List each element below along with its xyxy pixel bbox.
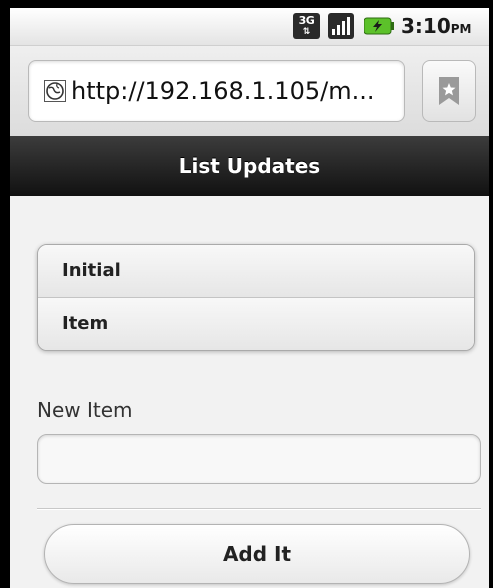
page-header: List Updates <box>10 136 489 196</box>
items-list: Initial Item <box>37 244 475 351</box>
new-item-input[interactable] <box>37 434 481 484</box>
add-it-button-label: Add It <box>222 542 292 566</box>
new-item-label: New Item <box>37 398 133 422</box>
signal-strength-icon <box>328 13 354 39</box>
battery-charging-icon <box>364 17 394 35</box>
bookmark-star-icon <box>439 77 459 105</box>
list-item[interactable]: Item <box>38 298 474 350</box>
url-field[interactable]: http://192.168.1.105/m... <box>28 60 405 122</box>
network-type-text: 3G <box>298 14 315 27</box>
device-screen: 3G ⇅ 3:10PM http://192.168.1.105/m... Li… <box>10 8 489 588</box>
list-item-label: Item <box>62 313 109 334</box>
list-item[interactable]: Initial <box>38 245 474 298</box>
divider <box>37 508 481 510</box>
bookmark-button[interactable] <box>422 60 476 122</box>
url-text: http://192.168.1.105/m... <box>71 77 375 105</box>
3g-icon: 3G ⇅ <box>293 13 320 39</box>
time-ampm: PM <box>450 22 472 36</box>
globe-icon <box>44 80 66 102</box>
add-it-button[interactable]: Add It <box>44 524 470 584</box>
browser-toolbar: http://192.168.1.105/m... <box>10 46 489 136</box>
page-title: List Updates <box>178 154 321 178</box>
time-text: 3:10 <box>401 14 451 38</box>
list-item-label: Initial <box>62 260 121 281</box>
status-bar: 3G ⇅ 3:10PM <box>10 8 489 46</box>
status-time: 3:10PM <box>401 13 472 42</box>
